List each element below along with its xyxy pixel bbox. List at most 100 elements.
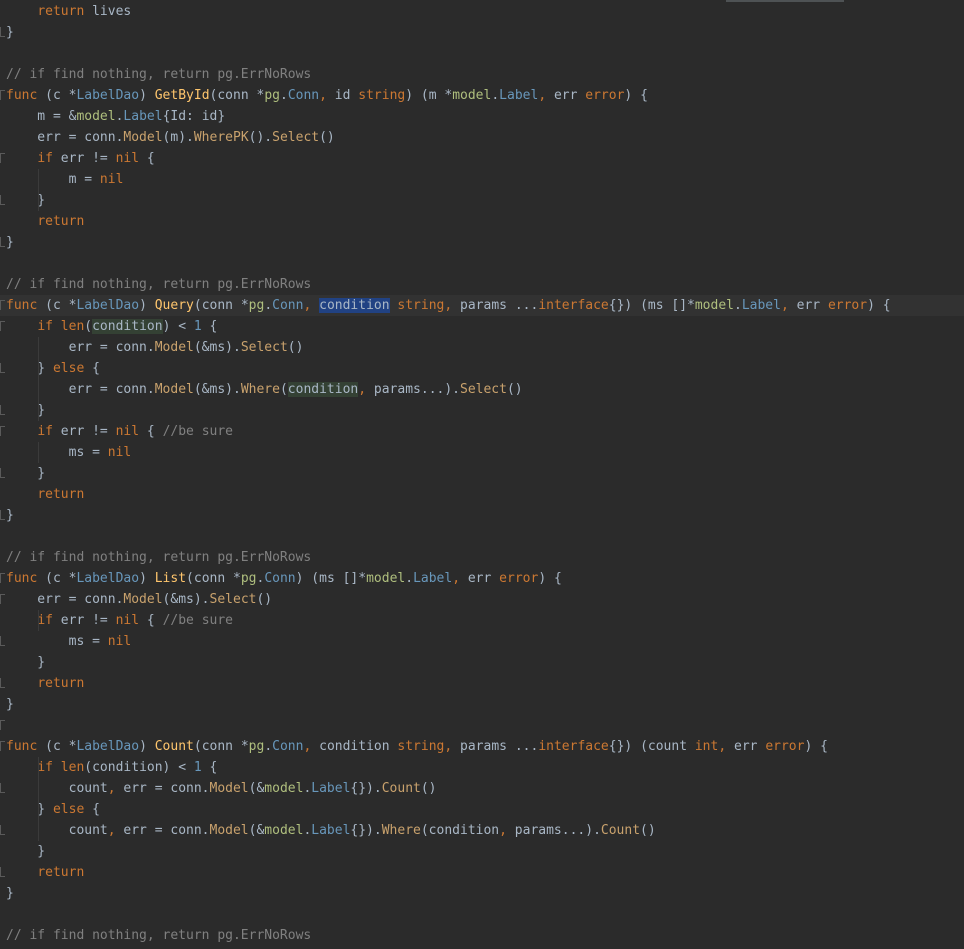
code-token: (conn *: [193, 739, 249, 754]
code-line[interactable]: // if find nothing, return pg.ErrNoRows: [0, 64, 964, 85]
fold-marker-icon[interactable]: [0, 594, 5, 604]
fold-marker-icon[interactable]: [0, 90, 5, 100]
fold-marker-icon[interactable]: [0, 321, 5, 331]
code-line[interactable]: err = conn.Model(&ms).Where(condition, p…: [0, 379, 964, 400]
code-line[interactable]: func (c *LabelDao) GetById(conn *pg.Conn…: [0, 85, 964, 106]
code-line[interactable]: [0, 904, 964, 925]
fold-marker-icon[interactable]: [0, 741, 5, 751]
code-token: Label: [499, 88, 539, 103]
code-token: .: [264, 298, 273, 313]
code-line[interactable]: }: [0, 400, 964, 421]
code-text: // if find nothing, return pg.ErrNoRows: [6, 925, 311, 946]
code-token: Label: [413, 571, 453, 586]
code-token: lives: [84, 4, 132, 19]
fold-marker-icon[interactable]: [0, 195, 5, 205]
code-line[interactable]: ms = nil: [0, 631, 964, 652]
code-line[interactable]: // if find nothing, return pg.ErrNoRows: [0, 274, 964, 295]
fold-marker-icon[interactable]: [0, 510, 5, 520]
code-line[interactable]: err = conn.Model(&ms).Select(): [0, 337, 964, 358]
code-token: ) (ms []*: [295, 571, 367, 586]
code-token: error: [765, 739, 805, 754]
indent-guide: [38, 610, 39, 631]
fold-marker-icon[interactable]: [0, 783, 5, 793]
code-token: if: [37, 613, 53, 628]
code-token: pg: [248, 298, 265, 313]
code-line[interactable]: }: [0, 883, 964, 904]
code-line[interactable]: // if find nothing, return pg.ErrNoRows: [0, 547, 964, 568]
code-line[interactable]: m = &model.Label{Id: id}: [0, 106, 964, 127]
code-text: func (c *LabelDao) Query(conn *pg.Conn, …: [6, 295, 891, 316]
code-line[interactable]: // if find nothing, return pg.ErrNoRows: [0, 925, 964, 946]
code-line[interactable]: return: [0, 862, 964, 883]
fold-marker-icon[interactable]: [0, 405, 5, 415]
code-line[interactable]: [0, 526, 964, 547]
code-token: }: [6, 25, 14, 40]
code-token: }: [6, 193, 46, 208]
code-token: condition: [92, 319, 163, 334]
fold-marker-icon[interactable]: [0, 720, 5, 730]
code-line[interactable]: [0, 715, 964, 736]
fold-marker-icon[interactable]: [0, 636, 5, 646]
code-line[interactable]: }: [0, 232, 964, 253]
code-text: }: [6, 841, 45, 862]
fold-marker-icon[interactable]: [0, 468, 5, 478]
code-token: (): [256, 592, 273, 607]
code-token: //be sure: [162, 424, 234, 439]
code-line[interactable]: ms = nil: [0, 442, 964, 463]
code-line[interactable]: return: [0, 484, 964, 505]
code-token: // if find nothing, return pg.ErrNoRows: [6, 277, 312, 292]
code-line[interactable]: }: [0, 841, 964, 862]
code-line[interactable]: if err != nil { //be sure: [0, 610, 964, 631]
code-line[interactable]: count, err = conn.Model(&model.Label{}).…: [0, 820, 964, 841]
code-line[interactable]: err = conn.Model(&ms).Select(): [0, 589, 964, 610]
code-line[interactable]: [0, 43, 964, 64]
fold-marker-icon[interactable]: [0, 363, 5, 373]
code-line[interactable]: func (c *LabelDao) Query(conn *pg.Conn, …: [0, 295, 964, 316]
code-line[interactable]: return lives: [0, 1, 964, 22]
fold-marker-icon[interactable]: [0, 426, 5, 436]
code-line[interactable]: return: [0, 673, 964, 694]
code-token: ,: [319, 88, 335, 103]
code-line[interactable]: err = conn.Model(m).WherePK().Select(): [0, 127, 964, 148]
code-token: err = conn.: [6, 130, 124, 145]
code-line[interactable]: if len(condition) < 1 {: [0, 757, 964, 778]
code-token: Count: [154, 739, 194, 754]
code-line[interactable]: if len(condition) < 1 {: [0, 316, 964, 337]
code-token: params...).: [514, 823, 601, 838]
code-line[interactable]: [0, 253, 964, 274]
code-token: else: [52, 802, 85, 817]
code-token: ().: [248, 130, 273, 145]
code-line[interactable]: func (c *LabelDao) Count(conn *pg.Conn, …: [0, 736, 964, 757]
code-line[interactable]: }: [0, 190, 964, 211]
code-token: err: [553, 88, 586, 103]
code-line[interactable]: }: [0, 505, 964, 526]
code-text: }: [6, 652, 45, 673]
code-editor[interactable]: return lives} // if find nothing, return …: [0, 0, 964, 949]
code-token: {}) (count: [608, 739, 695, 754]
code-token: model: [264, 823, 304, 838]
code-line[interactable]: count, err = conn.Model(&model.Label{}).…: [0, 778, 964, 799]
code-line[interactable]: } else {: [0, 358, 964, 379]
code-line[interactable]: } else {: [0, 799, 964, 820]
fold-marker-icon[interactable]: [0, 867, 5, 877]
code-line[interactable]: }: [0, 652, 964, 673]
code-line[interactable]: return: [0, 211, 964, 232]
fold-marker-icon[interactable]: [0, 300, 5, 310]
code-text: ms = nil: [6, 631, 132, 652]
code-line[interactable]: }: [0, 463, 964, 484]
code-line[interactable]: func (c *LabelDao) List(conn *pg. Conn) (…: [0, 568, 964, 589]
fold-marker-icon[interactable]: [0, 27, 5, 37]
fold-marker-icon[interactable]: [0, 825, 5, 835]
code-text: }: [6, 694, 14, 715]
code-line[interactable]: }: [0, 22, 964, 43]
fold-marker-icon[interactable]: [0, 678, 5, 688]
fold-marker-icon[interactable]: [0, 573, 5, 583]
fold-marker-icon[interactable]: [0, 153, 5, 163]
fold-marker-icon[interactable]: [0, 237, 5, 247]
code-line[interactable]: m = nil: [0, 169, 964, 190]
code-line[interactable]: if err != nil { //be sure: [0, 421, 964, 442]
code-line[interactable]: if err != nil {: [0, 148, 964, 169]
code-line[interactable]: }: [0, 694, 964, 715]
